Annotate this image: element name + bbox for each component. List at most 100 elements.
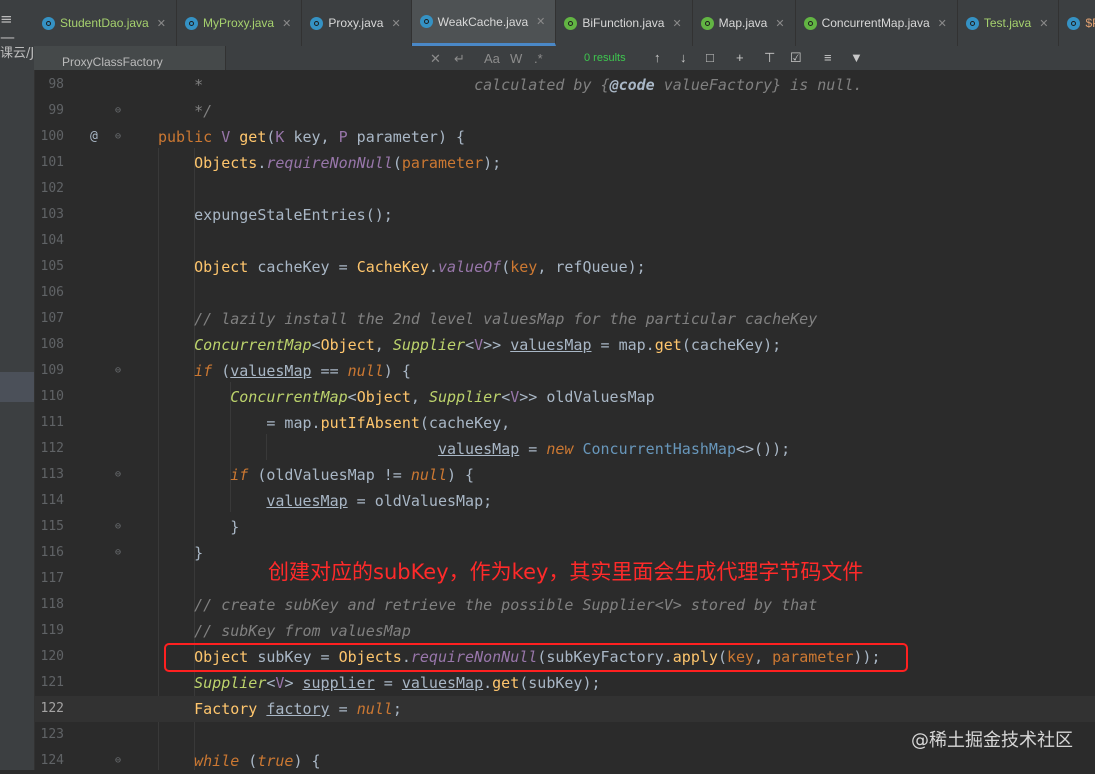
clear-icon[interactable]: ✕: [430, 51, 441, 67]
code-text: Supplier<V> supplier = valuesMap.get(sub…: [194, 674, 601, 692]
line-number: 103: [40, 207, 64, 222]
line-number: 124: [40, 753, 64, 768]
tab-bifunction[interactable]: BiFunction.java ✕: [556, 0, 693, 46]
fold-icon[interactable]: ⊖: [115, 462, 121, 488]
project-label[interactable]: 课云/Ja: [0, 42, 34, 61]
line-number: 117: [40, 571, 64, 586]
open-in-window-icon[interactable]: □: [706, 50, 714, 65]
fold-icon[interactable]: ⊖: [115, 358, 121, 384]
line-number: 116: [40, 545, 64, 560]
line-number: 101: [40, 155, 64, 170]
tab-label: BiFunction.java: [582, 16, 665, 30]
fold-icon[interactable]: ⊖: [115, 540, 121, 566]
code-text: // lazily install the 2nd level valuesMa…: [158, 310, 818, 328]
interface-icon: [564, 16, 578, 30]
annotation-text: 创建对应的subKey，作为key，其实里面会生成代理字节码文件: [268, 560, 864, 584]
class-icon: [419, 15, 433, 28]
regex-toggle[interactable]: .*: [534, 51, 543, 66]
results-count: 0 results: [584, 52, 626, 64]
code-text: */: [158, 102, 213, 120]
fold-icon[interactable]: ⊖: [115, 98, 121, 124]
tab-test[interactable]: Test.java ✕: [958, 0, 1060, 46]
close-icon[interactable]: ✕: [282, 17, 291, 30]
words-toggle[interactable]: W: [510, 51, 522, 66]
code-text: expungeStaleEntries();: [158, 206, 393, 224]
tab-myproxy[interactable]: MyProxy.java ✕: [177, 0, 303, 46]
code-line: 110 ConcurrentMap<Object, Supplier<V>> o…: [34, 384, 1095, 410]
menu-icon[interactable]: ≡: [0, 10, 13, 28]
tab-map[interactable]: Map.java ✕: [693, 0, 796, 46]
tab-studentdao[interactable]: StudentDao.java ✕: [34, 0, 177, 46]
close-icon[interactable]: ✕: [536, 15, 545, 28]
line-number: 113: [40, 467, 64, 482]
line-number: 123: [40, 727, 64, 742]
line-number: 102: [40, 181, 64, 196]
line-number: 100: [40, 129, 64, 144]
tab-concurrentmap[interactable]: ConcurrentMap.java ✕: [796, 0, 958, 46]
code-text: public V get(K key, P parameter) {: [158, 128, 466, 146]
tab-label: Proxy.java: [328, 16, 384, 30]
code-text: while (true) {: [194, 752, 321, 770]
add-selection-icon[interactable]: +: [736, 50, 744, 65]
tool-window-strip: ≡— 课云/Ja: [0, 0, 35, 770]
close-icon[interactable]: ✕: [775, 17, 784, 30]
new-line-icon[interactable]: ↵: [454, 51, 465, 67]
line-number: 99: [48, 103, 64, 118]
code-line: 119 // subKey from valuesMap: [34, 618, 1095, 644]
tab-proxy0[interactable]: $Proxy0.cla: [1059, 0, 1095, 46]
line-number: 120: [40, 649, 64, 664]
code-line: 99 ⊖ */: [34, 98, 1095, 124]
fold-icon[interactable]: ⊖: [115, 124, 121, 150]
close-icon[interactable]: ✕: [938, 17, 947, 30]
match-case-toggle[interactable]: Aa: [484, 51, 500, 66]
code-line: 107 // lazily install the 2nd level valu…: [34, 306, 1095, 332]
close-icon[interactable]: ✕: [157, 17, 166, 30]
remove-selection-icon[interactable]: ⊤: [764, 50, 775, 66]
tab-label: $Proxy0.cla: [1085, 16, 1095, 30]
code-text: * calculated by {@code valueFactory} is …: [158, 76, 863, 94]
line-number: 98: [48, 77, 64, 92]
filter-settings-icon[interactable]: ≡: [824, 50, 832, 65]
code-text: // subKey from valuesMap: [158, 622, 411, 640]
code-text: Object cacheKey = CacheKey.valueOf(key, …: [194, 258, 646, 276]
code-text: ConcurrentMap<Object, Supplier<V>> oldVa…: [230, 388, 655, 406]
line-number: 110: [40, 389, 64, 404]
code-line: 121 Supplier<V> supplier = valuesMap.get…: [34, 670, 1095, 696]
tab-proxy[interactable]: Proxy.java ✕: [302, 0, 412, 46]
code-line: 98 * calculated by {@code valueFactory} …: [34, 72, 1095, 98]
class-icon: [965, 16, 979, 30]
fold-icon[interactable]: ⊖: [115, 748, 121, 774]
previous-occurrence-icon[interactable]: ↑: [654, 50, 661, 65]
tab-label: Test.java: [983, 16, 1032, 30]
strip-icons[interactable]: ≡—: [0, 10, 34, 46]
selected-node[interactable]: [0, 372, 34, 402]
close-icon[interactable]: ✕: [1039, 17, 1048, 30]
line-number: 104: [40, 233, 64, 248]
next-occurrence-icon[interactable]: ↓: [680, 50, 687, 65]
tab-weakcache[interactable]: WeakCache.java ✕: [411, 0, 557, 46]
close-icon[interactable]: ✕: [391, 17, 400, 30]
interface-icon: [803, 16, 817, 30]
line-number: 107: [40, 311, 64, 326]
code-line: 104: [34, 228, 1095, 254]
class-icon: [184, 16, 198, 30]
tab-label: Map.java: [718, 16, 768, 30]
interface-icon: [700, 16, 714, 30]
code-line: 103 expungeStaleEntries();: [34, 202, 1095, 228]
override-marker[interactable]: @: [90, 124, 98, 150]
fold-icon[interactable]: ⊖: [115, 514, 121, 540]
filter-icon[interactable]: ▼: [850, 50, 863, 65]
close-icon[interactable]: ✕: [672, 17, 681, 30]
search-input[interactable]: ProxyClassFactory: [34, 46, 226, 70]
code-line: 102: [34, 176, 1095, 202]
code-line: 106: [34, 280, 1095, 306]
code-line-current: 122 Factory factory = null;: [34, 696, 1095, 722]
code-text: valuesMap = new ConcurrentHashMap<>());: [437, 440, 791, 458]
select-all-icon[interactable]: ☑: [790, 50, 802, 66]
code-text: }: [158, 518, 240, 536]
code-text: Factory factory = null;: [194, 700, 402, 718]
line-number: 112: [40, 441, 64, 456]
code-line: 114 valuesMap = oldValuesMap;: [34, 488, 1095, 514]
code-line: 113 ⊖ if (oldValuesMap != null) {: [34, 462, 1095, 488]
line-number: 115: [40, 519, 64, 534]
